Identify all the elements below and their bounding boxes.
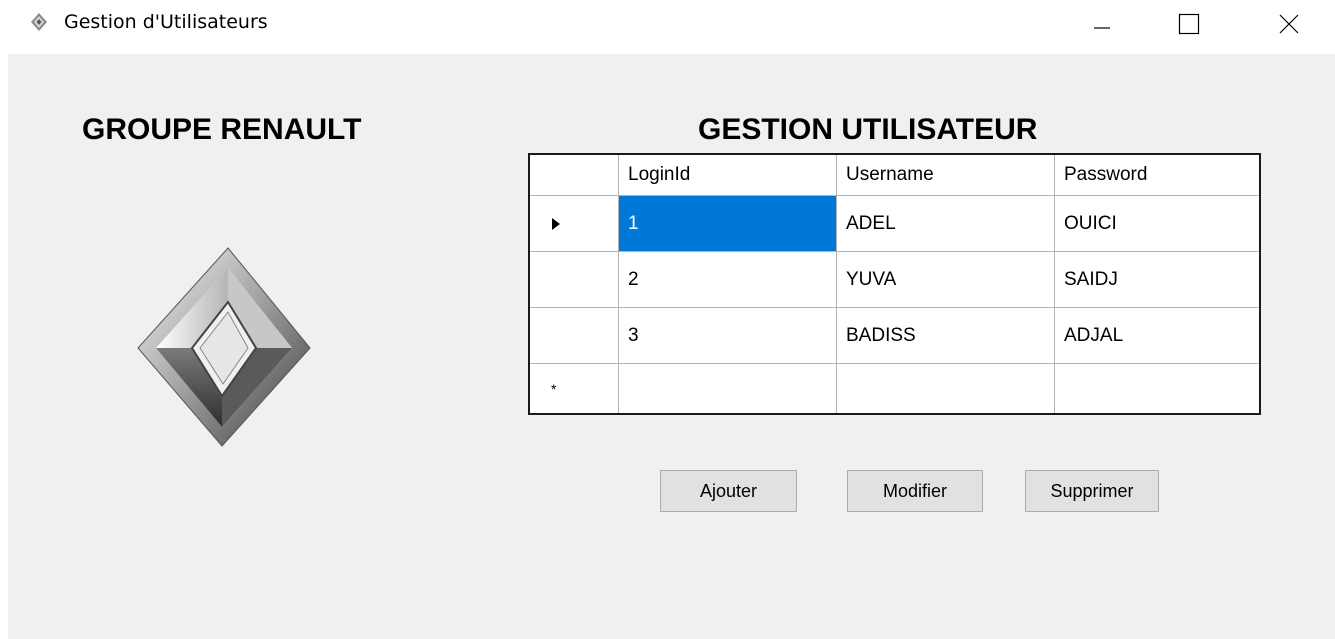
row-header-corner[interactable] bbox=[530, 155, 619, 196]
cell-username[interactable] bbox=[837, 364, 1055, 413]
cell-username[interactable]: BADISS bbox=[837, 308, 1055, 364]
new-row-star-icon: * bbox=[551, 380, 557, 397]
new-row[interactable]: * bbox=[530, 364, 1259, 413]
cell-password[interactable]: ADJAL bbox=[1055, 308, 1259, 364]
column-header-username[interactable]: Username bbox=[837, 155, 1055, 196]
add-button[interactable]: Ajouter bbox=[660, 470, 797, 512]
minimize-button[interactable] bbox=[1079, 4, 1125, 44]
row-header[interactable] bbox=[530, 252, 619, 308]
cell-loginid[interactable] bbox=[619, 364, 837, 413]
renault-logo-icon bbox=[136, 246, 312, 448]
column-header-loginid[interactable]: LoginId bbox=[619, 155, 837, 196]
close-button[interactable] bbox=[1266, 4, 1312, 44]
users-data-grid[interactable]: LoginId Username Password 1 ADEL OUICI 2… bbox=[528, 153, 1261, 415]
close-icon bbox=[1279, 14, 1299, 34]
row-header[interactable] bbox=[530, 308, 619, 364]
brand-title: GROUPE RENAULT bbox=[82, 113, 362, 146]
cell-loginid[interactable]: 3 bbox=[619, 308, 837, 364]
table-row[interactable]: 2 YUVA SAIDJ bbox=[530, 252, 1259, 308]
cell-password[interactable]: OUICI bbox=[1055, 196, 1259, 252]
cell-password[interactable] bbox=[1055, 364, 1259, 413]
grid-header-row: LoginId Username Password bbox=[530, 155, 1259, 196]
row-header[interactable] bbox=[530, 196, 619, 252]
current-row-arrow-icon bbox=[552, 217, 560, 230]
column-header-password[interactable]: Password bbox=[1055, 155, 1259, 196]
row-header[interactable]: * bbox=[530, 364, 619, 413]
cell-password[interactable]: SAIDJ bbox=[1055, 252, 1259, 308]
cell-loginid[interactable]: 1 bbox=[619, 196, 837, 252]
page-title: GESTION UTILISATEUR bbox=[698, 113, 1038, 146]
edit-button[interactable]: Modifier bbox=[847, 470, 983, 512]
delete-button[interactable]: Supprimer bbox=[1025, 470, 1159, 512]
table-row[interactable]: 3 BADISS ADJAL bbox=[530, 308, 1259, 364]
maximize-button[interactable] bbox=[1166, 4, 1212, 44]
minimize-icon bbox=[1094, 27, 1110, 29]
app-icon bbox=[30, 12, 48, 32]
cell-loginid[interactable]: 2 bbox=[619, 252, 837, 308]
window-title: Gestion d'Utilisateurs bbox=[64, 11, 268, 33]
title-bar: Gestion d'Utilisateurs bbox=[0, 0, 1335, 54]
maximize-icon bbox=[1178, 13, 1200, 35]
cell-username[interactable]: YUVA bbox=[837, 252, 1055, 308]
cell-username[interactable]: ADEL bbox=[837, 196, 1055, 252]
table-row[interactable]: 1 ADEL OUICI bbox=[530, 196, 1259, 252]
